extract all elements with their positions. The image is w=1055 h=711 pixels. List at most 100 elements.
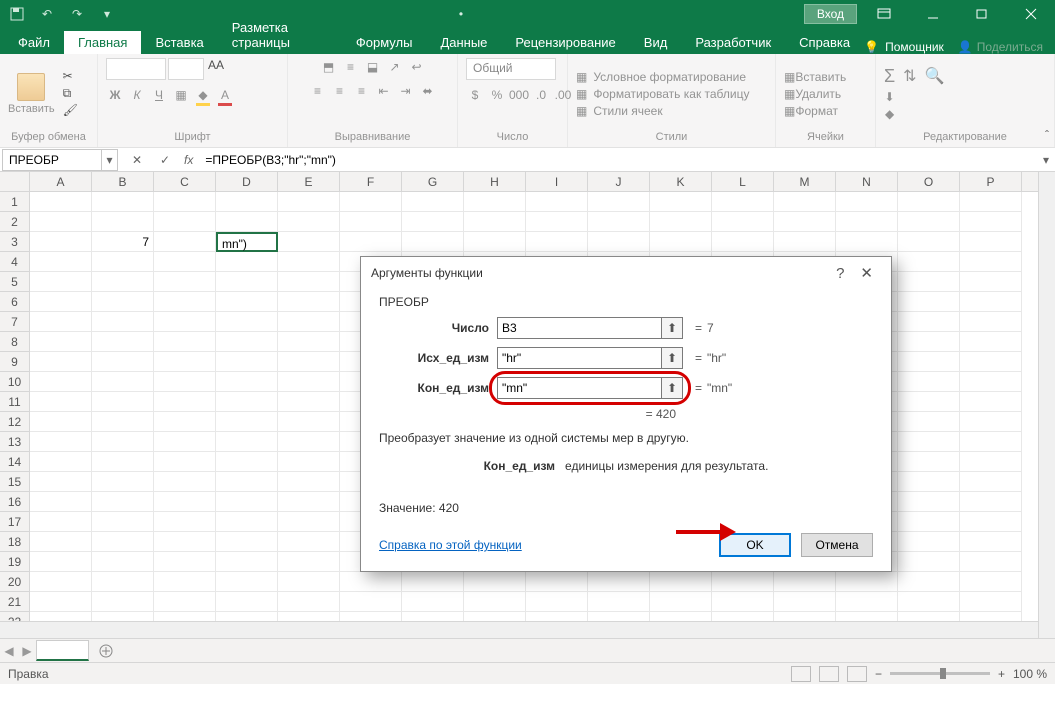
sort-filter-button[interactable]: ⇅ [903, 66, 916, 121]
column-header[interactable]: M [774, 172, 836, 191]
tab-help[interactable]: Справка [785, 31, 864, 54]
shrink-font-icon[interactable]: A [216, 58, 224, 80]
tab-developer[interactable]: Разработчик [681, 31, 785, 54]
zoom-slider[interactable] [890, 672, 990, 675]
cell[interactable] [30, 492, 92, 512]
select-all-corner[interactable] [0, 172, 30, 191]
copy-icon[interactable]: ⧉ [63, 86, 81, 101]
cell[interactable] [898, 592, 960, 612]
cell[interactable] [92, 452, 154, 472]
align-bottom-icon[interactable]: ⬓ [364, 58, 382, 76]
tab-home[interactable]: Главная [64, 30, 141, 54]
cell[interactable] [154, 592, 216, 612]
dialog-help-icon[interactable]: ? [828, 265, 852, 282]
cell[interactable] [154, 372, 216, 392]
cell[interactable] [278, 492, 340, 512]
cell[interactable] [216, 572, 278, 592]
cell[interactable] [402, 212, 464, 232]
cell[interactable] [526, 592, 588, 612]
cell[interactable] [960, 412, 1022, 432]
cell[interactable] [92, 492, 154, 512]
column-header[interactable]: E [278, 172, 340, 191]
cell[interactable] [960, 512, 1022, 532]
maximize-icon[interactable] [959, 0, 1004, 28]
name-box-dropdown-icon[interactable]: ▾ [102, 149, 118, 171]
cell[interactable] [836, 192, 898, 212]
row-header[interactable]: 6 [0, 292, 30, 312]
cell[interactable] [154, 572, 216, 592]
column-header[interactable]: N [836, 172, 898, 191]
cell[interactable] [154, 352, 216, 372]
cell[interactable] [278, 272, 340, 292]
cell[interactable] [898, 332, 960, 352]
font-color-icon[interactable]: A [216, 86, 234, 104]
zoom-in-icon[interactable]: + [998, 667, 1005, 681]
tab-formulas[interactable]: Формулы [342, 31, 427, 54]
cell[interactable] [464, 232, 526, 252]
sheet-nav-next-icon[interactable]: ▶ [18, 644, 36, 658]
cell[interactable] [278, 392, 340, 412]
row-header[interactable]: 10 [0, 372, 30, 392]
cell[interactable] [898, 232, 960, 252]
name-box[interactable] [2, 149, 102, 171]
row-header[interactable]: 15 [0, 472, 30, 492]
cell[interactable] [154, 432, 216, 452]
row-header[interactable]: 9 [0, 352, 30, 372]
cell[interactable] [92, 572, 154, 592]
cell[interactable] [836, 592, 898, 612]
cell[interactable] [154, 192, 216, 212]
comma-icon[interactable]: 000 [510, 86, 528, 104]
cell[interactable] [278, 252, 340, 272]
column-header[interactable]: I [526, 172, 588, 191]
cell[interactable] [650, 192, 712, 212]
cell[interactable]: mn") [216, 232, 278, 252]
cell[interactable] [92, 512, 154, 532]
cell[interactable] [774, 212, 836, 232]
zoom-out-icon[interactable]: − [875, 667, 882, 681]
row-header[interactable]: 2 [0, 212, 30, 232]
cell[interactable] [278, 532, 340, 552]
percent-icon[interactable]: % [488, 86, 506, 104]
cell[interactable] [30, 412, 92, 432]
dialog-close-icon[interactable]: ✕ [852, 264, 881, 282]
ok-button[interactable]: OK [719, 533, 791, 557]
cell[interactable] [92, 272, 154, 292]
cell[interactable] [960, 392, 1022, 412]
cell[interactable] [650, 232, 712, 252]
cell[interactable] [650, 592, 712, 612]
formula-input[interactable] [199, 151, 1037, 169]
row-header[interactable]: 12 [0, 412, 30, 432]
column-header[interactable]: L [712, 172, 774, 191]
row-header[interactable]: 11 [0, 392, 30, 412]
paste-button[interactable]: Вставить [8, 73, 55, 115]
tab-review[interactable]: Рецензирование [501, 31, 629, 54]
cell[interactable] [898, 292, 960, 312]
row-header[interactable]: 13 [0, 432, 30, 452]
cell[interactable] [92, 312, 154, 332]
cell[interactable] [30, 452, 92, 472]
column-header[interactable]: B [92, 172, 154, 191]
cell[interactable] [154, 292, 216, 312]
format-cells-button[interactable]: ▦Формат [784, 104, 846, 118]
cell[interactable] [216, 412, 278, 432]
cell[interactable] [960, 292, 1022, 312]
clear-icon[interactable]: ◆ [885, 107, 894, 121]
login-button[interactable]: Вход [804, 4, 857, 24]
tab-layout[interactable]: Разметка страницы [218, 16, 342, 54]
fx-icon[interactable]: fx [184, 153, 193, 167]
cell[interactable] [402, 592, 464, 612]
fontsize-combo[interactable] [168, 58, 204, 80]
cell[interactable] [30, 432, 92, 452]
cell[interactable] [402, 232, 464, 252]
cell[interactable] [92, 332, 154, 352]
save-icon[interactable] [6, 4, 28, 24]
cell[interactable] [30, 592, 92, 612]
cell[interactable] [464, 572, 526, 592]
row-header[interactable]: 19 [0, 552, 30, 572]
collapse-ribbon-icon[interactable]: ˆ [1045, 128, 1049, 142]
cell[interactable] [588, 212, 650, 232]
column-header[interactable]: C [154, 172, 216, 191]
cell[interactable] [92, 192, 154, 212]
cell[interactable] [216, 312, 278, 332]
row-header[interactable]: 20 [0, 572, 30, 592]
